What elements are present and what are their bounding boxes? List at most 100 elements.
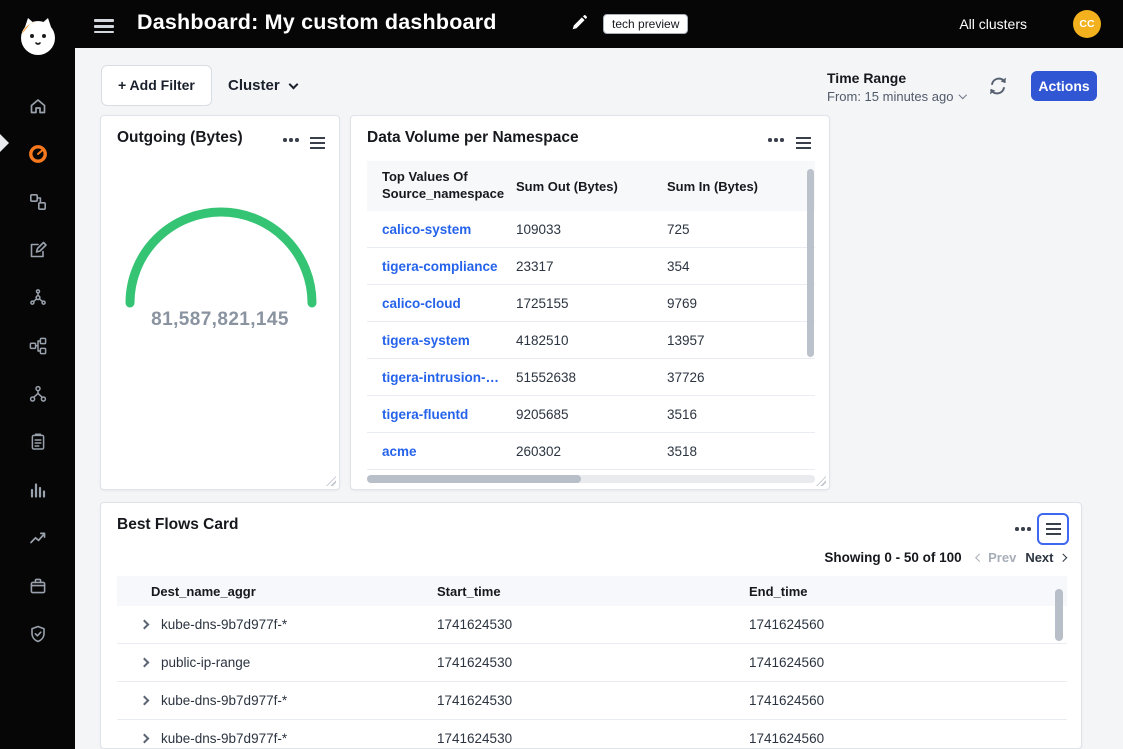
pagination-status: Showing 0 - 50 of 100 [824,550,961,565]
table-row: calico-cloud 1725155 9769 [367,285,815,322]
start-time: 1741624530 [437,731,749,746]
sidebar-item-charts[interactable] [0,466,75,514]
namespace-link[interactable]: tigera-compliance [382,259,516,274]
table-header-row: Dest_name_aggr Start_time End_time [117,576,1067,606]
table-row: tigera-compliance 23317 354 [367,248,815,285]
row-expand-icon[interactable] [140,620,150,630]
row-expand-icon[interactable] [140,734,150,744]
pagination: Showing 0 - 50 of 100 Prev Next [824,550,1065,565]
chevron-left-icon [975,554,983,562]
best-flows-card: Best Flows Card Showing 0 - 50 of 100 Pr… [100,502,1082,749]
cluster-selector[interactable]: All clusters [959,16,1027,32]
sidebar-item-policies[interactable] [0,226,75,274]
dest-name: kube-dns-9b7d977f-* [161,693,437,708]
namespace-link[interactable]: tigera-system [382,333,516,348]
nodes-icon [28,288,48,308]
sidebar-item-dashboards[interactable] [0,130,75,178]
avatar[interactable]: CC [1073,10,1101,38]
sum-out-value: 260302 [516,444,667,459]
hamburger-menu-icon[interactable] [94,16,114,37]
dest-name: kube-dns-9b7d977f-* [161,617,437,632]
horizontal-scrollbar-thumb[interactable] [367,475,581,483]
card-menu-icon[interactable] [281,134,301,146]
outgoing-bytes-card: Outgoing (Bytes) 81,587,821,145 [100,115,340,490]
dashboards-icon [27,143,49,165]
drag-handle-icon [1044,517,1063,541]
charts-icon [28,480,48,500]
add-filter-button[interactable]: + Add Filter [101,65,212,106]
table-row: tigera-intrusion-d… 51552638 37726 [367,359,815,396]
row-expand-icon[interactable] [140,696,150,706]
sidebar-item-activity[interactable] [0,514,75,562]
refresh-button[interactable] [987,75,1009,97]
drag-handle-icon[interactable] [794,131,813,155]
drag-handle-focused[interactable] [1037,513,1069,545]
namespace-link[interactable]: acme [382,444,516,459]
endpoints-icon [28,192,48,212]
column-header: End_time [749,584,1067,599]
card-menu-icon[interactable] [766,134,786,146]
namespace-link[interactable]: tigera-intrusion-d… [382,370,516,385]
table-row: acme 260302 3518 [367,433,815,470]
prev-page-button[interactable]: Prev [977,550,1017,565]
sidebar-item-home[interactable] [0,82,75,130]
row-expand-icon[interactable] [140,658,150,668]
sidebar-item-apps[interactable] [0,562,75,610]
sidebar-item-clusters[interactable] [0,370,75,418]
sidebar-item-security[interactable] [0,610,75,658]
end-time: 1741624560 [749,617,1067,632]
drag-handle-icon[interactable] [308,131,327,155]
service-graph-icon [28,336,48,356]
table-row[interactable]: kube-dns-9b7d977f-* 1741624530 174162456… [117,606,1067,644]
home-icon [28,96,48,116]
chevron-down-icon [959,91,967,99]
sidebar-item-nodes[interactable] [0,274,75,322]
chevron-right-icon [1058,554,1066,562]
start-time: 1741624530 [437,655,749,670]
table-row[interactable]: kube-dns-9b7d977f-* 1741624530 174162456… [117,720,1067,749]
end-time: 1741624560 [749,693,1067,708]
time-range: Time Range From: 15 minutes ago [827,70,966,104]
namespace-link[interactable]: calico-system [382,222,516,237]
time-range-value[interactable]: From: 15 minutes ago [827,89,966,104]
prev-label: Prev [988,550,1016,565]
table-row: calico-system 109033 725 [367,211,815,248]
card-resize-handle[interactable] [816,476,826,486]
end-time: 1741624560 [749,731,1067,746]
top-bar: Dashboard: My custom dashboard tech prev… [0,0,1123,48]
start-time: 1741624530 [437,693,749,708]
card-resize-handle[interactable] [326,476,336,486]
next-page-button[interactable]: Next [1025,550,1065,565]
gauge-arc [116,186,326,311]
edit-dashboard-icon[interactable] [570,14,588,32]
dest-name: kube-dns-9b7d977f-* [161,731,437,746]
sum-out-value: 4182510 [516,333,667,348]
cluster-dropdown[interactable]: Cluster [228,65,297,106]
left-sidebar [0,0,75,749]
chevron-down-icon [288,79,298,89]
card-menu-icon[interactable] [1013,523,1033,535]
clusters-icon [28,384,48,404]
sidebar-nav [0,82,75,658]
sidebar-item-compliance[interactable] [0,418,75,466]
namespace-link[interactable]: tigera-fluentd [382,407,516,422]
vertical-scrollbar-thumb[interactable] [1055,589,1063,641]
dest-name: public-ip-range [161,655,437,670]
table-row[interactable]: public-ip-range 1741624530 1741624560 [117,644,1067,682]
table-row: tigera-fluentd 9205685 3516 [367,396,815,433]
compliance-icon [28,432,48,452]
cluster-dropdown-label: Cluster [228,77,280,94]
sidebar-item-service-graph[interactable] [0,322,75,370]
pencil-icon [570,14,588,32]
namespace-link[interactable]: calico-cloud [382,296,516,311]
column-header: Dest_name_aggr [151,584,437,599]
sum-out-value: 9205685 [516,407,667,422]
sidebar-item-endpoints[interactable] [0,178,75,226]
actions-button[interactable]: Actions [1031,71,1097,101]
card-title: Outgoing (Bytes) [117,129,243,147]
sum-out-value: 109033 [516,222,667,237]
refresh-icon [987,75,1009,97]
calico-logo[interactable] [16,14,60,63]
vertical-scrollbar-thumb[interactable] [807,169,814,357]
table-row[interactable]: kube-dns-9b7d977f-* 1741624530 174162456… [117,682,1067,720]
